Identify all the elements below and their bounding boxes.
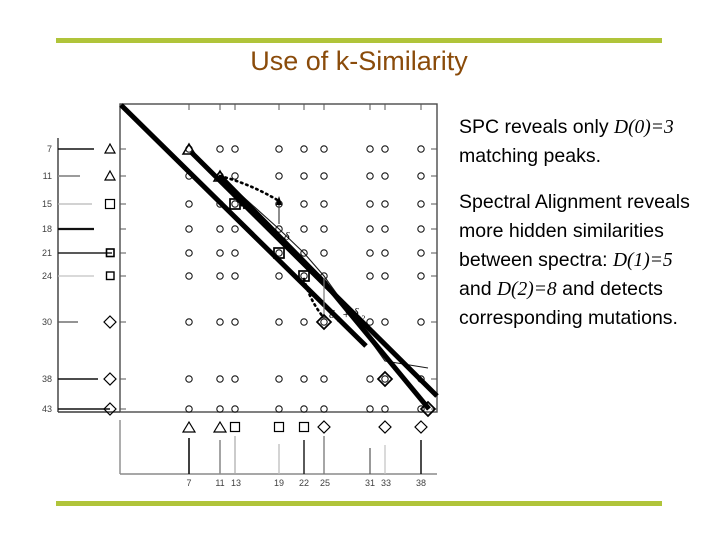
svg-text:1: 1 (337, 315, 341, 324)
bottom-accent-rule (56, 501, 662, 506)
spc-paragraph-run-2: matching peaks. (459, 145, 601, 167)
spc-paragraph-run-1: D(0)=3 (613, 117, 674, 138)
spc-paragraph-run-0: SPC reveals only (459, 116, 614, 138)
x-tick-label: 33 (381, 478, 391, 488)
bottom-marker-diamond (378, 420, 392, 434)
diagonal-shift-2 (322, 280, 431, 411)
left-marker-diamond (103, 372, 117, 386)
bottom-marker-diamond (317, 420, 331, 434)
match-marker-diamond (376, 370, 394, 388)
y-tick-label: 30 (42, 317, 52, 327)
bottom-marker-square (298, 421, 310, 433)
bottom-marker-triangle (212, 420, 228, 433)
left-marker-diamond (103, 315, 117, 329)
left-marker-square (105, 271, 115, 281)
x-tick-label: 22 (299, 478, 309, 488)
left-marker-triangle (103, 169, 117, 181)
y-tick-label: 21 (42, 248, 52, 258)
x-tick-label: 38 (416, 478, 426, 488)
spectral-alignment-paragraph-run-1: D(1)=5 (612, 250, 673, 271)
bottom-marker-square (273, 421, 285, 433)
svg-text:+: + (342, 307, 350, 321)
left-marker-square (104, 198, 116, 210)
body-text-block: SPC reveals only D(0)=3 matching peaks. … (459, 113, 707, 333)
x-tick-label: 25 (320, 478, 330, 488)
slide-canvas: Use of k-Similarity 7 11 15 18 21 24 30 … (0, 0, 720, 540)
left-spectrum-panel: 7 11 15 18 21 24 30 38 43 (42, 138, 120, 416)
bottom-spectrum-panel: 7 11 13 19 22 25 31 33 38 (119, 420, 437, 488)
y-tick-label: 24 (42, 271, 52, 281)
y-tick-label: 15 (42, 199, 52, 209)
y-tick-label: 43 (42, 404, 52, 414)
annotation-delta: δ (284, 229, 290, 243)
y-tick-label: 38 (42, 374, 52, 384)
bottom-marker-diamond (414, 420, 428, 434)
top-accent-rule (56, 38, 662, 43)
x-tick-label: 19 (274, 478, 284, 488)
left-marker-triangle (103, 142, 117, 154)
svg-text:δ: δ (329, 307, 335, 321)
paragraph-spectral-alignment: Spectral Alignment reveals more hidden s… (459, 188, 707, 333)
x-tick-label: 7 (186, 478, 191, 488)
x-tick-label: 31 (365, 478, 375, 488)
bottom-marker-square (229, 421, 241, 433)
paragraph-spc: SPC reveals only D(0)=3 matching peaks. (459, 113, 707, 171)
spectral-alignment-paragraph-run-3: D(2)=8 (496, 279, 557, 300)
y-tick-label: 18 (42, 224, 52, 234)
figure-svg: 7 11 15 18 21 24 30 38 43 δ δ 1 + δ 2 7 … (42, 103, 439, 488)
svg-text:δ: δ (353, 305, 359, 319)
x-tick-label: 13 (231, 478, 241, 488)
spectral-alignment-figure: 7 11 15 18 21 24 30 38 43 δ δ 1 + δ 2 7 … (36, 96, 446, 491)
x-tick-label: 11 (215, 478, 224, 488)
svg-text:2: 2 (361, 314, 365, 323)
bottom-marker-triangle (181, 420, 197, 433)
main-plot-area: δ δ 1 + δ 2 (119, 103, 439, 418)
spectral-alignment-paragraph-run-2: and (459, 278, 497, 300)
y-tick-label: 11 (43, 171, 52, 181)
page-title: Use of k-Similarity (250, 46, 468, 76)
diagonal-connector (218, 174, 328, 286)
y-tick-label: 7 (47, 144, 52, 154)
